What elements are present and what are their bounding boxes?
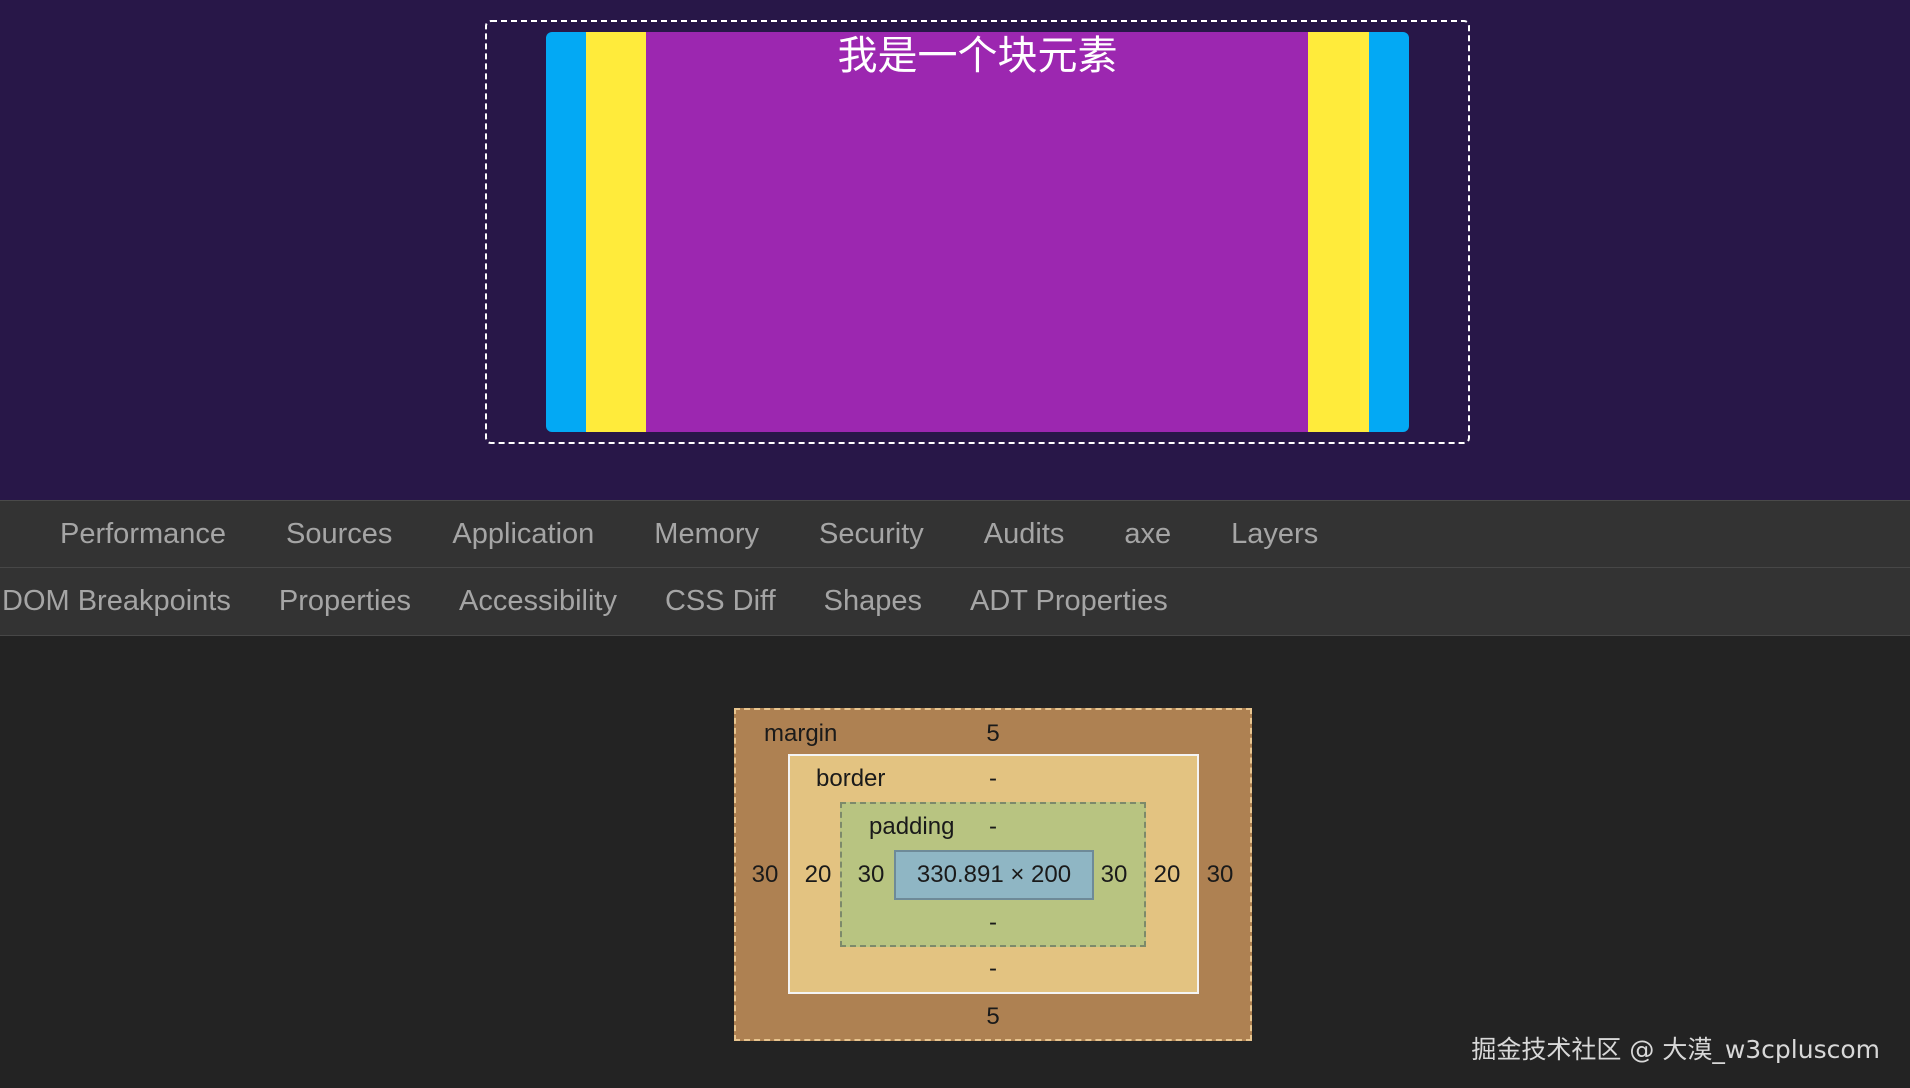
tab-security[interactable]: Security bbox=[789, 518, 954, 551]
tab-accessibility[interactable]: Accessibility bbox=[435, 585, 641, 618]
tab-memory[interactable]: Memory bbox=[624, 518, 789, 551]
tab-performance[interactable]: Performance bbox=[0, 518, 256, 551]
tab-css-diff[interactable]: CSS Diff bbox=[641, 585, 800, 618]
elements-sidebar-tabbar: DOM Breakpoints Properties Accessibility… bbox=[0, 568, 1910, 636]
padding-label: padding bbox=[869, 813, 955, 840]
tab-shapes[interactable]: Shapes bbox=[800, 585, 946, 618]
margin-top-value[interactable]: 5 bbox=[973, 720, 1013, 748]
margin-left-value[interactable]: 30 bbox=[745, 861, 785, 889]
watermark: 掘金技术社区 @ 大漠_w3cpluscom bbox=[1471, 1035, 1880, 1064]
padding-bottom-value[interactable]: - bbox=[973, 909, 1013, 937]
tab-sources[interactable]: Sources bbox=[256, 518, 422, 551]
border-label: border bbox=[816, 765, 886, 792]
border-top-value[interactable]: - bbox=[973, 765, 1013, 793]
block-element-text: 我是一个块元素 bbox=[837, 33, 1118, 79]
block-content-layer bbox=[646, 32, 1308, 432]
padding-right-value[interactable]: 30 bbox=[1094, 861, 1134, 889]
padding-top-value[interactable]: - bbox=[973, 813, 1013, 841]
tab-adt-properties[interactable]: ADT Properties bbox=[946, 585, 1192, 618]
border-bottom-value[interactable]: - bbox=[973, 955, 1013, 983]
tab-application[interactable]: Application bbox=[422, 518, 624, 551]
tab-layers[interactable]: Layers bbox=[1201, 518, 1348, 551]
tab-properties[interactable]: Properties bbox=[255, 585, 435, 618]
tab-dom-breakpoints[interactable]: DOM Breakpoints bbox=[0, 585, 255, 618]
block-element: 我是一个块元素 bbox=[546, 32, 1409, 432]
border-right-value[interactable]: 20 bbox=[1147, 861, 1187, 889]
margin-bottom-value[interactable]: 5 bbox=[973, 1003, 1013, 1031]
tab-axe[interactable]: axe bbox=[1094, 518, 1201, 551]
border-left-value[interactable]: 20 bbox=[798, 861, 838, 889]
tab-audits[interactable]: Audits bbox=[954, 518, 1095, 551]
page-preview: 我是一个块元素 bbox=[0, 0, 1910, 500]
margin-right-value[interactable]: 30 bbox=[1200, 861, 1240, 889]
margin-label: margin bbox=[764, 720, 838, 747]
devtools-main-tabbar: Performance Sources Application Memory S… bbox=[0, 500, 1910, 568]
padding-left-value[interactable]: 30 bbox=[851, 861, 891, 889]
box-model-content-size[interactable]: 330.891 × 200 bbox=[894, 850, 1094, 900]
